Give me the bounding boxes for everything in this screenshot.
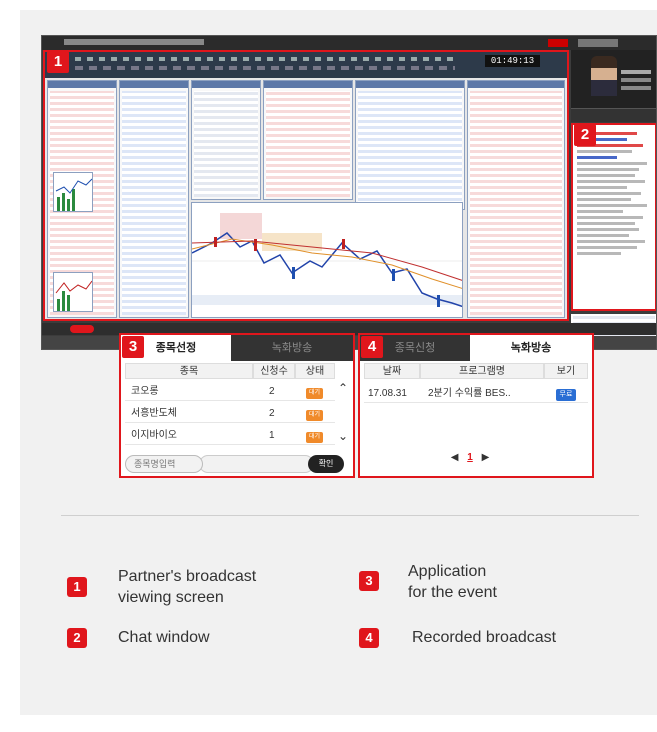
table-row[interactable]: 17.08.31 2분기 수익률 BES.. 무료	[364, 385, 588, 403]
badge-2: 2	[574, 124, 596, 146]
pagination: ◀ 1 ▶	[440, 452, 500, 466]
col-view: 보기	[544, 363, 588, 379]
recorded-broadcast-panel: 종목신청 녹화방송 4 날짜 프로그램명 보기 17.08.31 2분기 수익률…	[358, 333, 594, 478]
chevron-up-icon[interactable]: ⌃	[338, 381, 348, 395]
order-pane	[355, 80, 465, 210]
legend-text-1: Partner's broadcast viewing screen	[118, 566, 256, 608]
stock-search-input[interactable]: 종목명입력	[125, 455, 203, 473]
legend-4-line1: Recorded broadcast	[412, 629, 557, 646]
page-number[interactable]: 1	[467, 452, 473, 463]
tab-stock-request-label: 종목신청	[394, 342, 436, 354]
mini-chart-2	[53, 272, 93, 312]
prev-page-icon[interactable]: ◀	[451, 452, 459, 463]
clock-display: 01:49:13	[485, 55, 540, 67]
col-stock: 종목	[125, 363, 253, 379]
status-badge: 대기	[306, 410, 323, 421]
legend-1-line1: Partner's broadcast	[118, 568, 257, 585]
status-badge: 대기	[306, 432, 323, 443]
legend-text-2: Chat window	[118, 627, 210, 648]
free-view-button[interactable]: 무료	[556, 389, 576, 401]
tab-recorded-broadcast[interactable]: 녹화방송	[231, 335, 353, 361]
table-row[interactable]: 코오롱 2 대기	[125, 383, 335, 401]
app-titlebar	[42, 36, 656, 50]
stock-name: 코오롱	[131, 386, 159, 397]
orderbook-pane	[467, 80, 565, 318]
legend-text-4: Recorded broadcast	[412, 627, 556, 648]
partner-broadcast-screen[interactable]: 01:49:13	[43, 50, 569, 321]
table-row[interactable]: 이지바이오 1 대기	[125, 427, 335, 445]
legend-1-line2: viewing screen	[118, 589, 224, 606]
tab-stock-selection-label: 종목선정	[155, 342, 197, 354]
request-count: 1	[269, 430, 275, 441]
col-count: 신청수	[253, 363, 295, 379]
confirm-button[interactable]: 확인	[308, 455, 344, 473]
badge-3: 3	[122, 336, 144, 358]
main-price-chart[interactable]	[191, 202, 463, 318]
quote-pane-3	[191, 80, 261, 200]
quote-pane-4	[263, 80, 353, 200]
broadcast-date: 17.08.31	[368, 388, 407, 399]
chevron-down-icon[interactable]: ⌄	[338, 429, 348, 443]
next-page-icon[interactable]: ▶	[482, 452, 490, 463]
broadcaster-profile	[571, 50, 656, 122]
legend-badge-2: 2	[67, 628, 87, 648]
request-count: 2	[269, 386, 275, 397]
legend-badge-4: 4	[359, 628, 379, 648]
tab-recorded-broadcast-label: 녹화방송	[271, 342, 313, 354]
table-scrollbar[interactable]: ⌃ ⌄	[337, 381, 351, 443]
stock-name: 서흥반도체	[131, 408, 177, 419]
mini-chart-1	[53, 172, 93, 212]
event-application-panel: 종목선정 녹화방송 3 종목 신청수 상태 코오롱 2 대기 서흥반도체 2 대…	[119, 333, 355, 478]
chat-window[interactable]	[571, 123, 656, 311]
stock-search-placeholder: 종목명입력	[134, 459, 176, 469]
col-status: 상태	[295, 363, 335, 379]
stock-name: 이지바이오	[131, 430, 177, 441]
col-program: 프로그램명	[420, 363, 544, 379]
legend-3-line2: for the event	[408, 584, 497, 601]
legend-3-line1: Application	[408, 563, 487, 580]
app-menubar: 01:49:13	[45, 52, 567, 78]
badge-4: 4	[361, 336, 383, 358]
tab-recorded-label: 녹화방송	[510, 342, 552, 354]
program-name: 2분기 수익률 BES..	[428, 388, 511, 399]
legend-text-3: Application for the event	[408, 561, 497, 603]
legend-badge-1: 1	[67, 577, 87, 597]
section-divider	[61, 515, 639, 516]
request-count: 2	[269, 408, 275, 419]
badge-1: 1	[47, 51, 69, 73]
broadcaster-photo	[591, 56, 617, 96]
legend-badge-3: 3	[359, 571, 379, 591]
legend-2-line1: Chat window	[118, 629, 210, 646]
tab-recorded[interactable]: 녹화방송	[470, 335, 592, 361]
status-badge: 대기	[306, 388, 323, 399]
quote-pane-2	[119, 80, 189, 318]
table-row[interactable]: 서흥반도체 2 대기	[125, 405, 335, 423]
col-date: 날짜	[364, 363, 420, 379]
trading-app-window: 01:49:13	[41, 35, 657, 350]
stock-search-field[interactable]	[199, 455, 314, 473]
